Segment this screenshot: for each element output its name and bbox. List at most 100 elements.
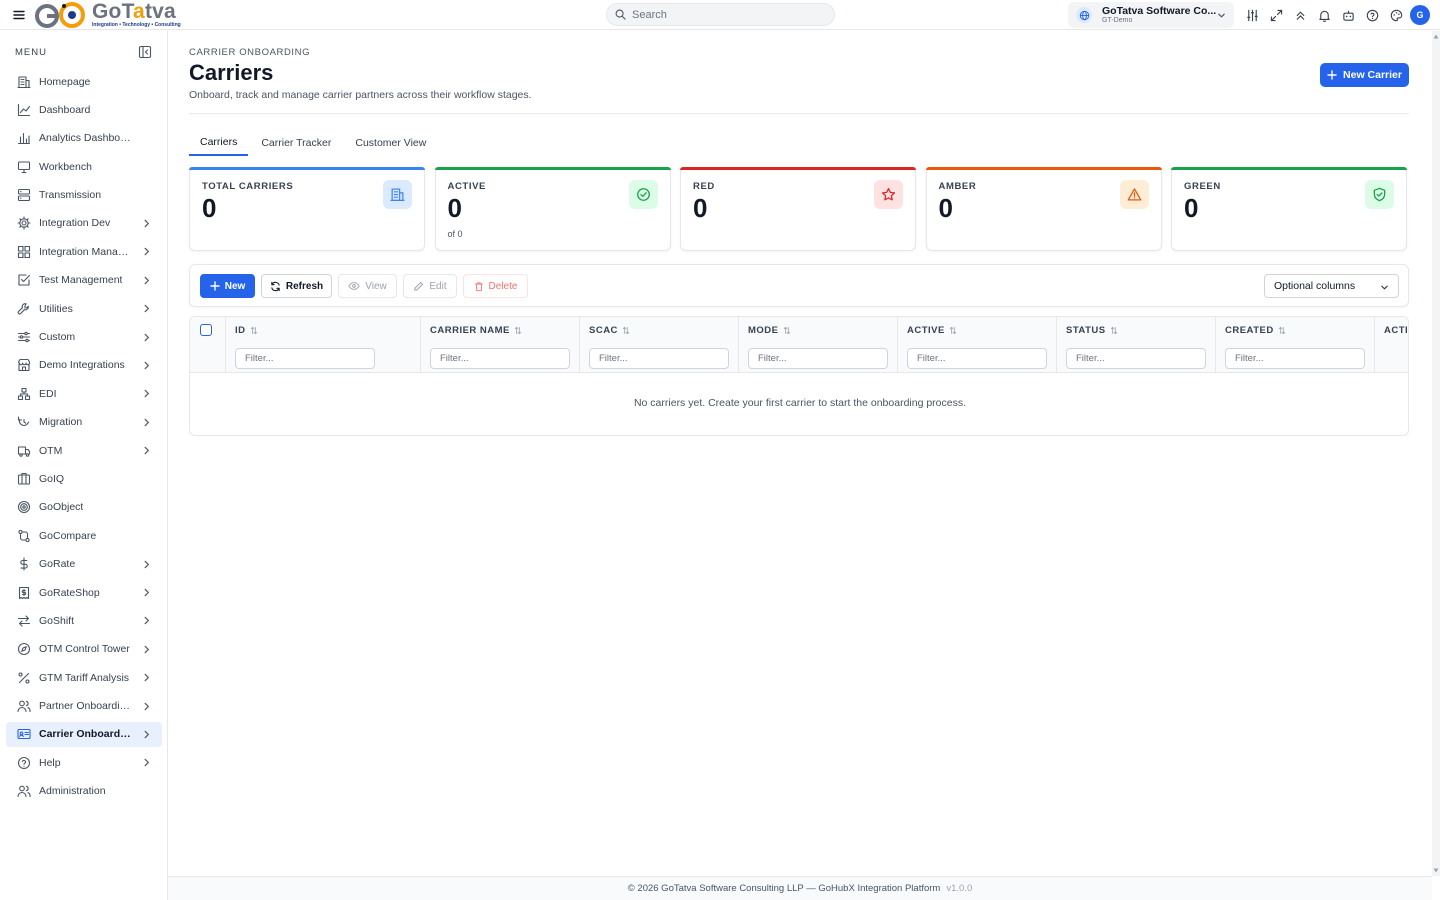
truck-icon [16, 443, 31, 458]
sidebar-item-utilities[interactable]: Utilities [6, 296, 162, 321]
hamburger-menu-icon[interactable] [12, 8, 26, 22]
sidebar-item-gtm-tariff-analysis[interactable]: GTM Tariff Analysis [6, 665, 162, 690]
sidebar-item-gocompare[interactable]: GoCompare [6, 523, 162, 548]
column-filter-input[interactable] [235, 348, 375, 369]
chevron-right-icon [143, 304, 150, 313]
sidebar-item-integration-dev[interactable]: Integration Dev [6, 211, 162, 236]
sort-icon[interactable] [945, 326, 957, 335]
sidebar-item-analytics-dashboard[interactable]: Analytics Dashboard [6, 126, 162, 151]
sidebar-item-integration-manag[interactable]: Integration Manag... [6, 239, 162, 264]
refresh-button[interactable]: Refresh [261, 274, 332, 298]
organization-switcher[interactable]: GoTatva Software Co... GT-Demo [1068, 2, 1234, 28]
column-created[interactable]: CREATED [1216, 317, 1375, 373]
sidebar-item-otm-control-tower[interactable]: OTM Control Tower [6, 637, 162, 662]
sidebar-item-partner-onboarding[interactable]: Partner Onboarding [6, 694, 162, 719]
sidebar-item-transmission[interactable]: Transmission [6, 183, 162, 208]
stat-label: AMBER [938, 181, 977, 192]
sliders-icon[interactable] [1244, 7, 1260, 23]
column-filter-input[interactable] [1225, 348, 1365, 369]
expand-icon[interactable] [1268, 7, 1284, 23]
palette-icon[interactable] [1388, 7, 1404, 23]
gotatva-logo[interactable]: GoTatva Integration • Technology • Consu… [34, 0, 181, 30]
sidebar-item-demo-integrations[interactable]: Demo Integrations [6, 353, 162, 378]
sort-icon[interactable] [1106, 326, 1118, 335]
chevrons-up-icon[interactable] [1292, 7, 1308, 23]
sidebar-item-label: Integration Manag... [39, 245, 131, 258]
column-id[interactable]: ID [226, 317, 421, 373]
migration-icon [16, 415, 31, 430]
new-carrier-button[interactable]: New Carrier [1320, 63, 1409, 87]
column-filter-input[interactable] [589, 348, 729, 369]
header-divider [189, 113, 1409, 114]
sidebar-item-workbench[interactable]: Workbench [6, 154, 162, 179]
sidebar-item-otm[interactable]: OTM [6, 438, 162, 463]
sidebar-item-carrier-onboardi[interactable]: Carrier Onboardi... [6, 721, 162, 747]
chevron-right-icon [143, 758, 150, 767]
column-filter-input[interactable] [1066, 348, 1206, 369]
sidebar-item-gorateshop[interactable]: GoRateShop [6, 580, 162, 605]
column-scac[interactable]: SCAC [580, 317, 739, 373]
sidebar-item-goobject[interactable]: GoObject [6, 495, 162, 520]
sort-icon[interactable] [1274, 326, 1286, 335]
logo-mark-icon [34, 0, 90, 30]
globe-icon [1076, 7, 1092, 23]
sidebar-item-goshift[interactable]: GoShift [6, 608, 162, 633]
sidebar-item-migration[interactable]: Migration [6, 410, 162, 435]
view-button[interactable]: View [338, 274, 397, 298]
tab-customer-view[interactable]: Customer View [344, 129, 437, 156]
scroll-down-icon[interactable] [1433, 868, 1439, 873]
stat-value: 0 [447, 193, 462, 223]
building-icon [16, 74, 31, 89]
select-all-checkbox[interactable] [200, 324, 212, 336]
columns-icon [16, 471, 31, 486]
column-filter-input[interactable] [430, 348, 570, 369]
tab-carriers[interactable]: Carriers [189, 129, 249, 156]
sort-icon[interactable] [779, 326, 791, 335]
column-status[interactable]: STATUS [1057, 317, 1216, 373]
column-filter-input[interactable] [748, 348, 888, 369]
new-button[interactable]: New [200, 274, 255, 298]
sidebar-item-homepage[interactable]: Homepage [6, 69, 162, 94]
sidebar-item-gorate[interactable]: GoRate [6, 552, 162, 577]
optional-columns-select[interactable]: Optional columns [1264, 274, 1399, 298]
sort-icon[interactable] [618, 326, 630, 335]
bell-icon[interactable] [1316, 7, 1332, 23]
column-actions: ACTIONS [1375, 317, 1408, 373]
sidebar-item-label: EDI [39, 387, 57, 400]
search-input[interactable] [632, 8, 822, 21]
column-mode[interactable]: MODE [739, 317, 898, 373]
collapse-sidebar-icon[interactable] [138, 45, 152, 59]
chevron-right-icon [143, 418, 150, 427]
help-icon[interactable] [1364, 7, 1380, 23]
column-active[interactable]: ACTIVE [898, 317, 1057, 373]
column-filter-input[interactable] [907, 348, 1047, 369]
robot-icon[interactable] [1340, 7, 1356, 23]
sort-icon[interactable] [510, 326, 522, 335]
page-scrollbar[interactable] [1432, 31, 1440, 876]
delete-button[interactable]: Delete [463, 274, 528, 298]
sidebar-item-label: Workbench [39, 160, 92, 173]
chevron-right-icon [143, 247, 150, 256]
edit-button-label: Edit [429, 280, 447, 292]
sidebar-item-goiq[interactable]: GoIQ [6, 466, 162, 491]
stat-label: RED [693, 181, 715, 192]
sidebar-item-help[interactable]: Help [6, 750, 162, 775]
percent-icon [16, 670, 31, 685]
global-search[interactable] [606, 3, 835, 26]
sidebar-item-edi[interactable]: EDI [6, 381, 162, 406]
stat-card-total-carriers: TOTAL CARRIERS 0 [189, 167, 425, 251]
tab-carrier-tracker[interactable]: Carrier Tracker [250, 129, 342, 156]
logo-wordmark: GoTatva [92, 0, 176, 23]
sort-icon[interactable] [246, 326, 258, 335]
scroll-up-icon[interactable] [1433, 34, 1439, 39]
view-button-label: View [365, 280, 387, 292]
column-carrier-name[interactable]: CARRIER NAME [421, 317, 580, 373]
sidebar-item-custom[interactable]: Custom [6, 325, 162, 350]
user-avatar[interactable]: G [1410, 5, 1430, 25]
sidebar-item-administration[interactable]: Administration [6, 779, 162, 804]
sidebar-item-dashboard[interactable]: Dashboard [6, 97, 162, 122]
edit-button[interactable]: Edit [403, 274, 457, 298]
page-subtitle: Onboard, track and manage carrier partne… [189, 89, 532, 101]
sidebar-item-test-management[interactable]: Test Management [6, 268, 162, 293]
optional-columns-label: Optional columns [1274, 280, 1356, 292]
